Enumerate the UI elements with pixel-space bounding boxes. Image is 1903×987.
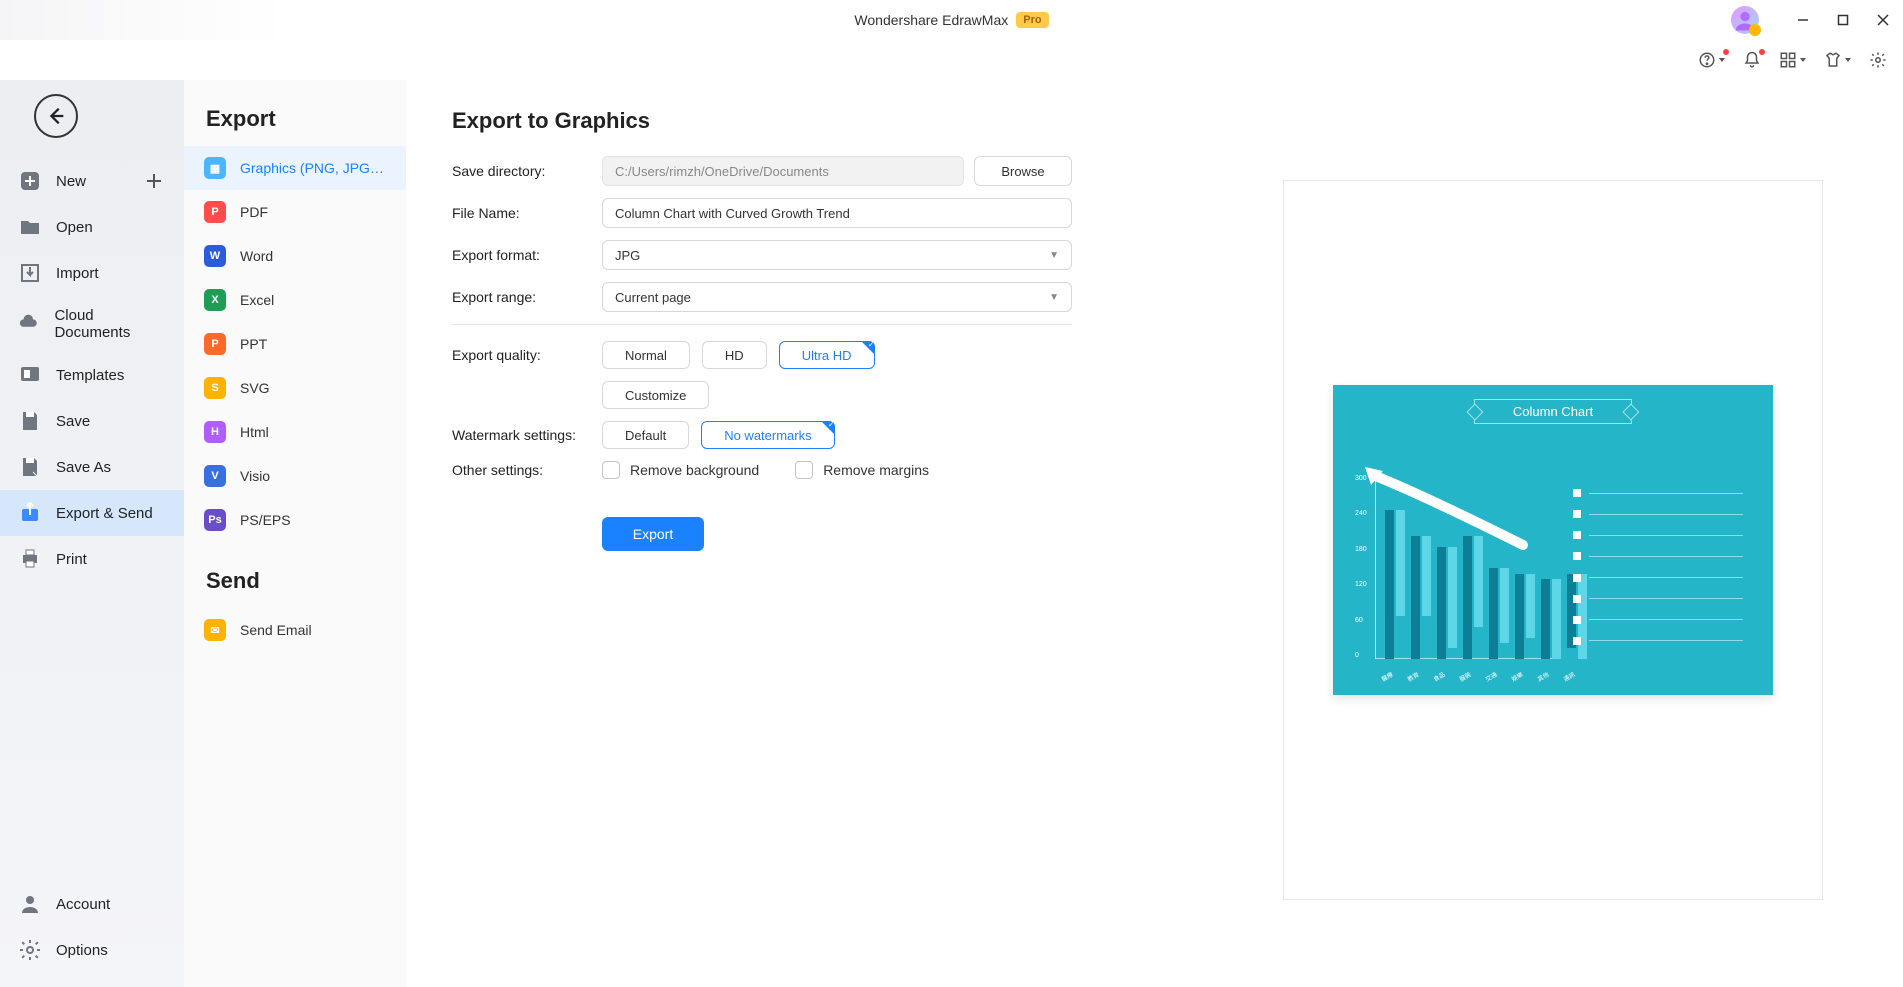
sub-label: Word: [240, 248, 273, 264]
export-header: Export: [184, 100, 406, 146]
apps-icon[interactable]: [1779, 51, 1806, 69]
nav-label: Cloud Documents: [54, 307, 166, 341]
add-icon[interactable]: [142, 169, 166, 193]
nav-print[interactable]: Print: [0, 536, 184, 582]
help-icon[interactable]: [1698, 51, 1725, 69]
chip-label: Ultra HD: [802, 348, 852, 363]
sub-label: Send Email: [240, 622, 312, 638]
export-button[interactable]: Export: [602, 517, 704, 551]
nav-label: Options: [56, 942, 108, 959]
close-button[interactable]: [1863, 0, 1903, 40]
export-item-html[interactable]: HHtml: [184, 410, 406, 454]
nav-options[interactable]: Options: [0, 927, 184, 973]
quality-hd[interactable]: HD: [702, 341, 767, 369]
watermark-none[interactable]: No watermarks: [701, 421, 834, 449]
export-format-label: Export format:: [452, 247, 592, 263]
export-format-select[interactable]: JPG ▼: [602, 240, 1072, 270]
remove-margins-checkbox[interactable]: Remove margins: [795, 461, 929, 479]
export-item-ppt[interactable]: PPPT: [184, 322, 406, 366]
nav-templates[interactable]: Templates: [0, 352, 184, 398]
nav-save-as[interactable]: Save As: [0, 444, 184, 490]
file-name-input[interactable]: [602, 198, 1072, 228]
nav-open[interactable]: Open: [0, 204, 184, 250]
nav-cloud-documents[interactable]: Cloud Documents: [0, 296, 184, 352]
sub-label: PS/EPS: [240, 512, 291, 528]
minimize-button[interactable]: [1783, 0, 1823, 40]
chevron-down-icon: ▼: [1049, 292, 1059, 303]
nav-account[interactable]: Account: [0, 881, 184, 927]
quality-normal[interactable]: Normal: [602, 341, 690, 369]
watermark-label: Watermark settings:: [452, 427, 592, 443]
nav-import[interactable]: Import: [0, 250, 184, 296]
send-email[interactable]: ✉Send Email: [184, 608, 406, 652]
nav-export-send[interactable]: Export & Send: [0, 490, 184, 536]
save-dir-input: C:/Users/rimzh/OneDrive/Documents: [602, 156, 964, 186]
sub-label: PPT: [240, 336, 267, 352]
nav-label: Templates: [56, 367, 124, 384]
back-button[interactable]: [34, 94, 78, 138]
checkbox-icon: [602, 461, 620, 479]
sub-label: PDF: [240, 204, 268, 220]
sub-label: SVG: [240, 380, 270, 396]
app-title: Wondershare EdrawMax: [854, 12, 1008, 28]
nav-new[interactable]: New: [0, 158, 184, 204]
remove-background-checkbox[interactable]: Remove background: [602, 461, 759, 479]
cb-label: Remove background: [630, 462, 759, 478]
save-dir-label: Save directory:: [452, 163, 592, 179]
export-range-label: Export range:: [452, 289, 592, 305]
export-item-graphics[interactable]: ▦Graphics (PNG, JPG et...: [184, 146, 406, 190]
export-quality-label: Export quality:: [452, 347, 592, 363]
chevron-down-icon: ▼: [1049, 250, 1059, 261]
quality-ultra-hd[interactable]: Ultra HD: [779, 341, 875, 369]
check-icon: [861, 341, 875, 355]
avatar-icon[interactable]: [1731, 6, 1759, 34]
sub-label: Visio: [240, 468, 270, 484]
chart-title: Column Chart: [1474, 399, 1632, 424]
nav-label: Save As: [56, 459, 111, 476]
export-item-svg[interactable]: SSVG: [184, 366, 406, 410]
nav-label: Print: [56, 551, 87, 568]
browse-button[interactable]: Browse: [974, 156, 1072, 186]
sub-label: Html: [240, 424, 269, 440]
sub-label: Excel: [240, 292, 274, 308]
nav-label: Account: [56, 896, 110, 913]
export-item-visio[interactable]: VVisio: [184, 454, 406, 498]
nav-label: Open: [56, 219, 93, 236]
chip-label: No watermarks: [724, 428, 811, 443]
preview-pane: Column Chart 300240180120600 醫療教育食品服裝交通娛…: [1283, 180, 1823, 900]
select-value: Current page: [615, 290, 691, 305]
notifications-icon[interactable]: [1743, 51, 1761, 69]
export-item-pseps[interactable]: PsPS/EPS: [184, 498, 406, 542]
watermark-default[interactable]: Default: [602, 421, 689, 449]
nav-label: New: [56, 173, 86, 190]
content-title: Export to Graphics: [452, 108, 1857, 134]
check-icon: [821, 421, 835, 435]
file-name-label: File Name:: [452, 205, 592, 221]
other-settings-label: Other settings:: [452, 462, 592, 478]
divider: [452, 324, 1072, 325]
shirt-icon[interactable]: [1824, 51, 1851, 69]
trend-arrow-icon: [1363, 465, 1533, 555]
sub-label: Graphics (PNG, JPG et...: [240, 160, 386, 176]
maximize-button[interactable]: [1823, 0, 1863, 40]
settings-icon[interactable]: [1869, 51, 1887, 69]
chart-preview: Column Chart 300240180120600 醫療教育食品服裝交通娛…: [1333, 385, 1773, 695]
nav-label: Import: [56, 265, 99, 282]
export-item-pdf[interactable]: PPDF: [184, 190, 406, 234]
quality-customize[interactable]: Customize: [602, 381, 709, 409]
nav-save[interactable]: Save: [0, 398, 184, 444]
export-range-select[interactable]: Current page ▼: [602, 282, 1072, 312]
pro-badge: Pro: [1016, 12, 1048, 28]
export-item-excel[interactable]: XExcel: [184, 278, 406, 322]
send-header: Send: [184, 562, 406, 608]
export-item-word[interactable]: WWord: [184, 234, 406, 278]
cb-label: Remove margins: [823, 462, 929, 478]
nav-label: Save: [56, 413, 90, 430]
nav-label: Export & Send: [56, 505, 153, 522]
checkbox-icon: [795, 461, 813, 479]
select-value: JPG: [615, 248, 640, 263]
